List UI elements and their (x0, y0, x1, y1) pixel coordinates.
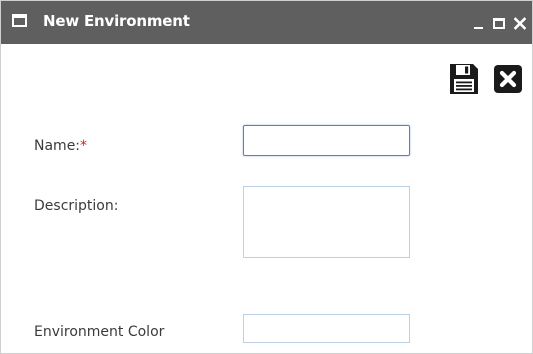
name-label: Name:* (34, 138, 87, 154)
description-label: Description: (34, 198, 119, 214)
title-bar[interactable]: New Environment (1, 1, 532, 44)
close-x-icon[interactable] (493, 63, 523, 95)
environment-color-input[interactable] (243, 314, 410, 343)
close-icon[interactable] (514, 16, 526, 30)
window-icon (12, 14, 27, 27)
environment-color-label: Environment Color (34, 324, 165, 340)
dialog-title: New Environment (43, 12, 190, 30)
save-floppy-icon[interactable] (449, 63, 479, 95)
description-textarea[interactable] (243, 186, 410, 258)
name-input[interactable] (243, 125, 410, 156)
dialog-toolbar (449, 63, 523, 95)
minimize-icon[interactable] (474, 16, 484, 30)
name-label-text: Name: (34, 138, 81, 154)
new-environment-dialog: New Environment Name:* Description: Envi… (0, 0, 533, 354)
maximize-icon[interactable] (493, 17, 505, 29)
required-asterisk: * (80, 138, 88, 154)
window-controls (474, 13, 526, 33)
